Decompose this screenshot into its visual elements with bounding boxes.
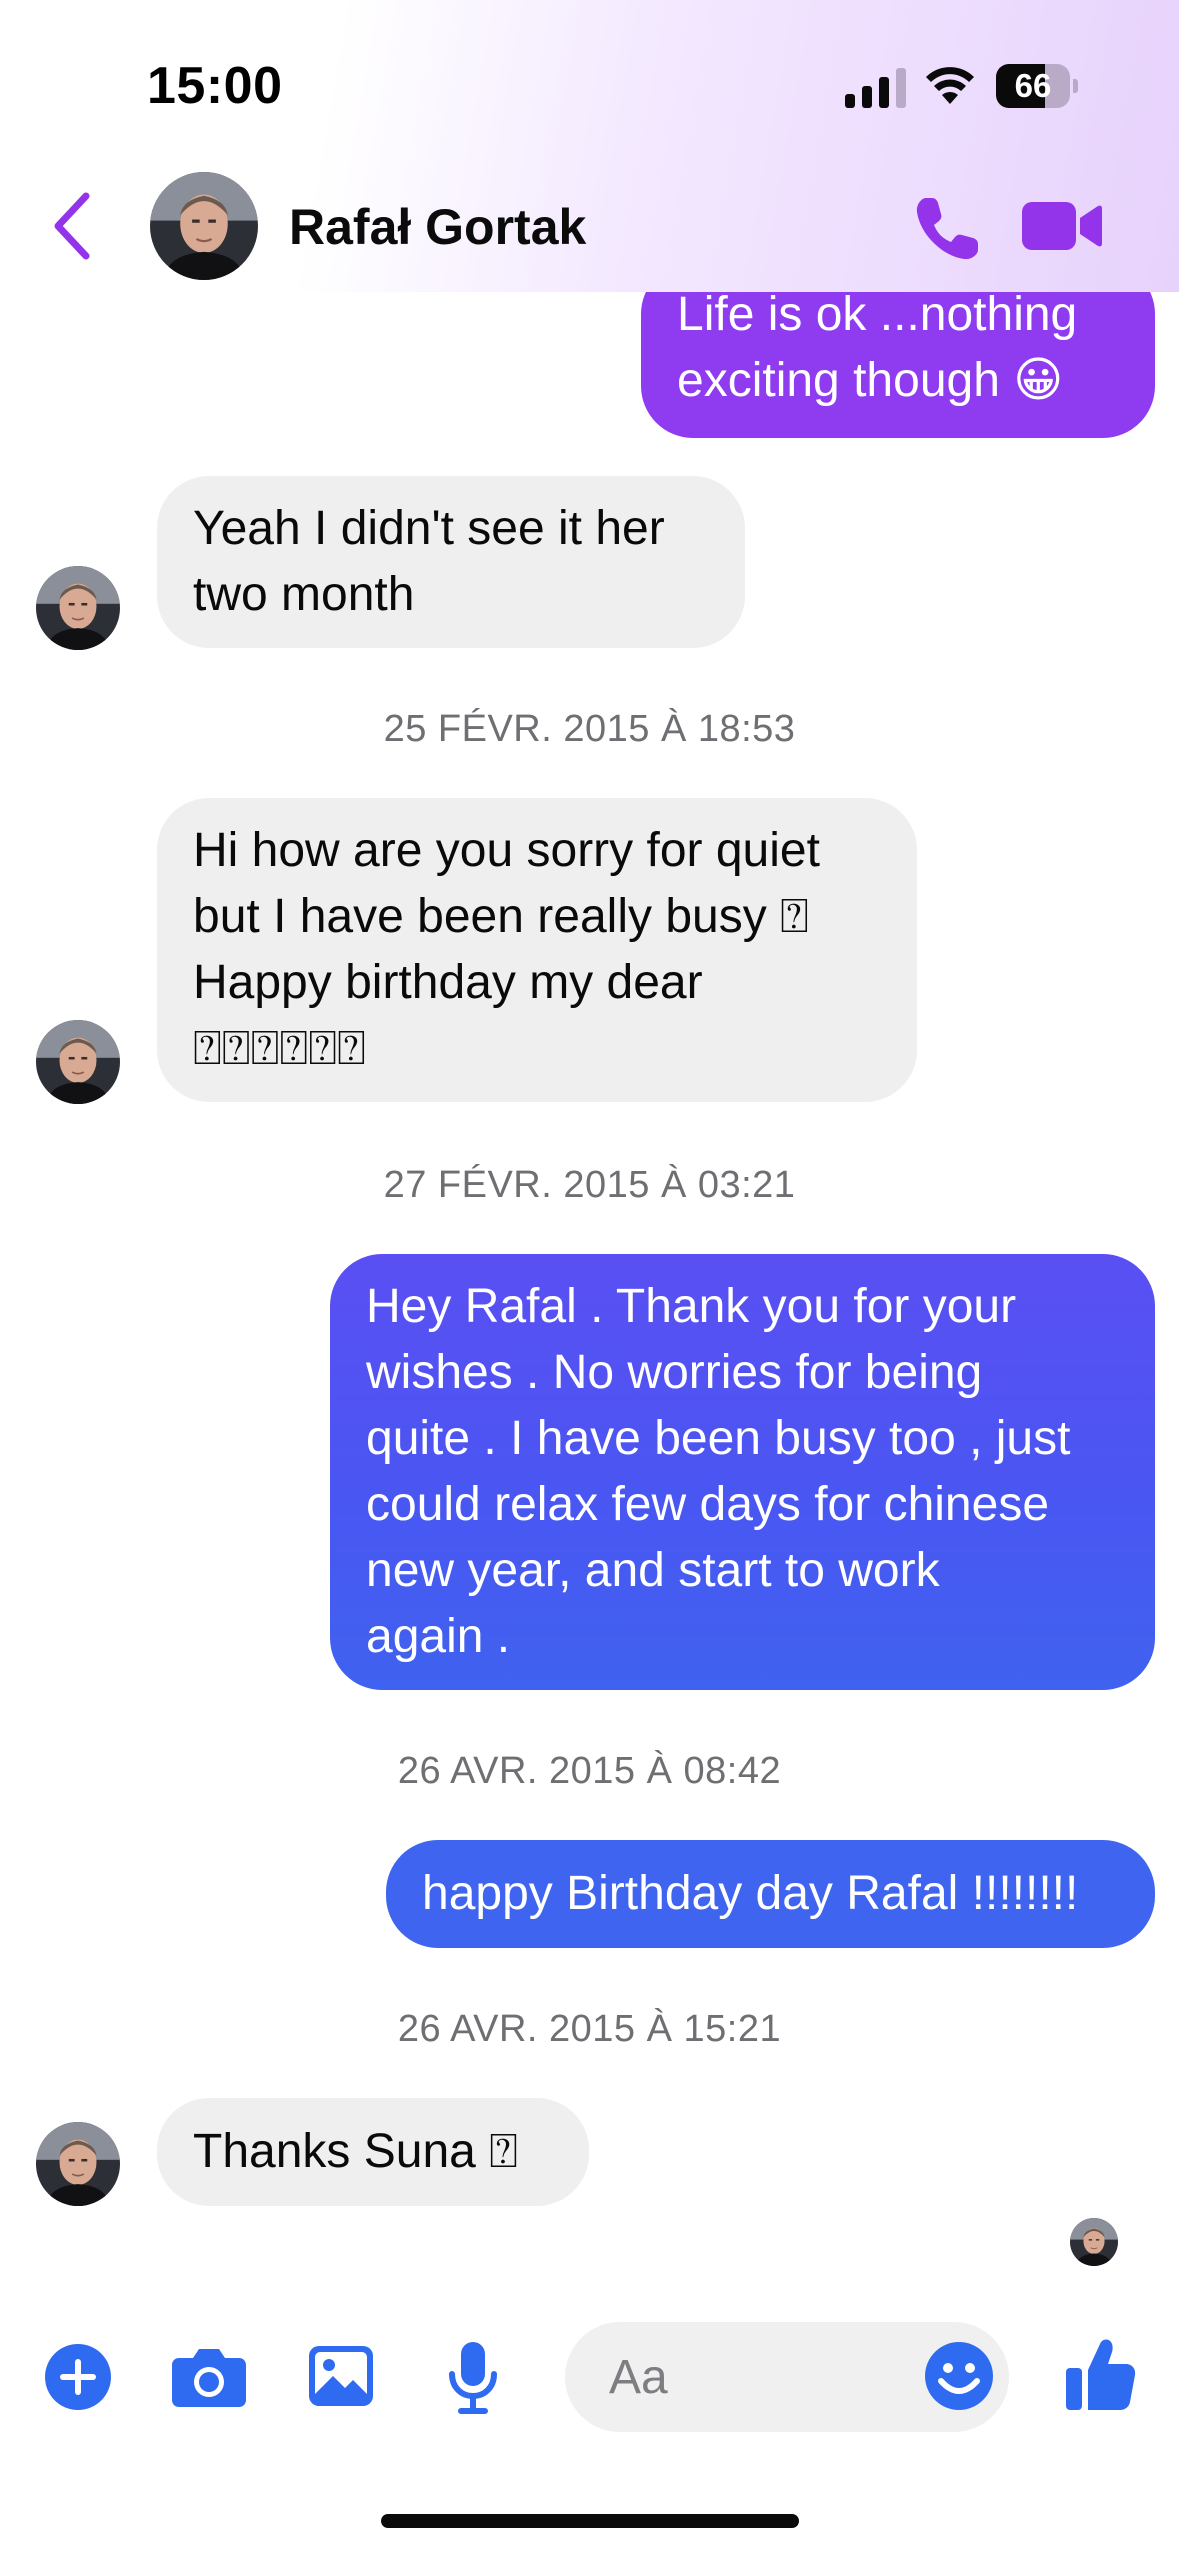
image-icon[interactable] xyxy=(307,2344,375,2408)
message-bubble-outgoing[interactable]: happy Birthday day Rafal !!!!!!!! xyxy=(386,1840,1155,1948)
contact-name[interactable]: Rafał Gortak xyxy=(289,198,586,256)
camera-icon[interactable] xyxy=(171,2346,247,2408)
message-bubble-incoming[interactable]: Hi how are you sorry for quiet but I hav… xyxy=(157,798,917,1102)
timestamp: 25 FÉVR. 2015 À 18:53 xyxy=(383,708,796,750)
thumbs-up-icon[interactable] xyxy=(1064,2336,1136,2412)
contact-avatar[interactable] xyxy=(36,566,120,650)
status-time: 15:00 xyxy=(147,57,283,115)
contact-photo xyxy=(36,566,120,650)
message-bubble-incoming[interactable]: Thanks Suna ⍰ xyxy=(157,2098,589,2206)
plus-circle-icon[interactable] xyxy=(44,2343,112,2411)
message-bubble-incoming[interactable]: Yeah I didn't see it her two month xyxy=(157,476,745,648)
read-receipt-photo xyxy=(1070,2218,1118,2266)
contact-avatar[interactable] xyxy=(36,2122,120,2206)
timestamp: 26 AVR. 2015 À 15:21 xyxy=(397,2008,782,2050)
contact-photo xyxy=(36,1020,120,1104)
wifi-icon xyxy=(926,67,974,104)
home-indicator[interactable] xyxy=(381,2514,799,2528)
contact-photo xyxy=(36,2122,120,2206)
message-input[interactable] xyxy=(609,2322,899,2432)
read-receipt-avatar xyxy=(1070,2218,1118,2266)
battery-indicator: 66 xyxy=(996,64,1078,108)
contact-avatar-header[interactable] xyxy=(150,172,258,280)
contact-photo xyxy=(150,172,258,280)
chevron-left-icon[interactable] xyxy=(48,190,98,262)
video-camera-icon[interactable] xyxy=(1020,196,1102,256)
battery-percent: 66 xyxy=(1014,67,1052,104)
microphone-icon[interactable] xyxy=(446,2340,500,2416)
message-bubble-outgoing[interactable]: Hey Rafal . Thank you for your wishes . … xyxy=(330,1254,1155,1690)
phone-icon[interactable] xyxy=(912,192,984,264)
conversation-header: 15:00 66 Rafał Gortak xyxy=(0,0,1179,292)
timestamp: 26 AVR. 2015 À 08:42 xyxy=(397,1750,782,1792)
cellular-signal-icon xyxy=(845,68,906,108)
message-list[interactable]: Life is ok ...nothing exciting though 😀 … xyxy=(0,0,1179,2300)
smiley-icon[interactable] xyxy=(924,2341,994,2411)
timestamp: 27 FÉVR. 2015 À 03:21 xyxy=(383,1164,796,1206)
contact-avatar[interactable] xyxy=(36,1020,120,1104)
